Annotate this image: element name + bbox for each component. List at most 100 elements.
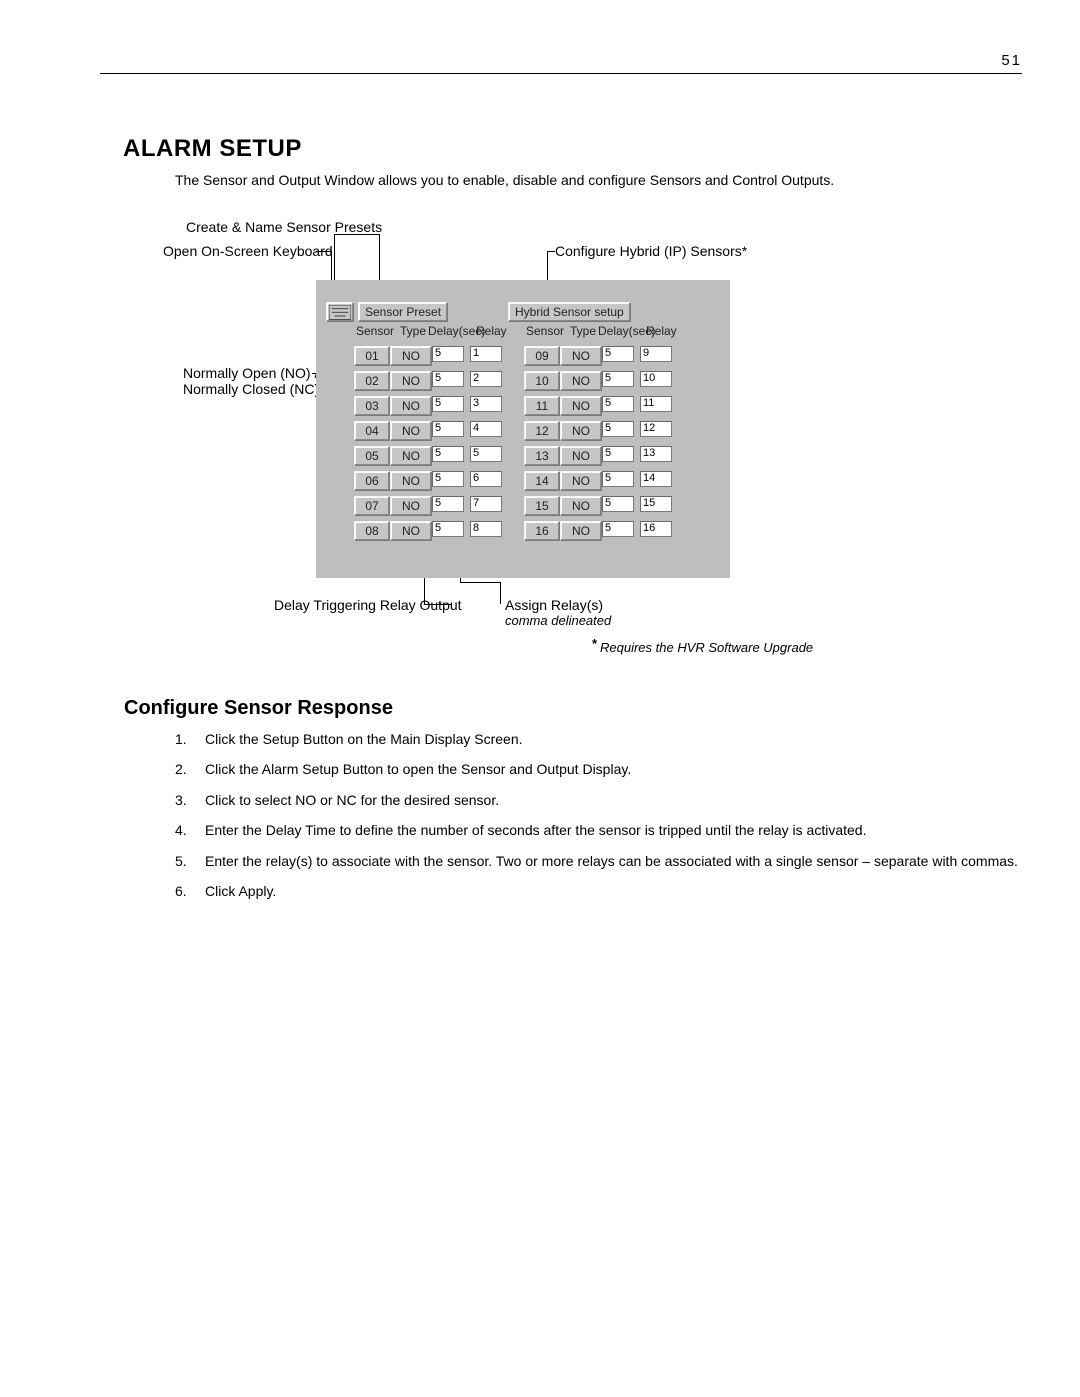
delay-input[interactable]: 5	[432, 521, 464, 537]
relay-input[interactable]: 15	[640, 496, 672, 512]
footnote-text: Requires the HVR Software Upgrade	[600, 640, 813, 655]
delay-input[interactable]: 5	[602, 446, 634, 462]
sensor-type-button[interactable]: NO	[390, 346, 432, 366]
connector-line	[334, 234, 379, 235]
relay-input[interactable]: 13	[640, 446, 672, 462]
step-number: 2.	[175, 758, 205, 780]
relay-input[interactable]: 8	[470, 521, 502, 537]
sensor-number-button[interactable]: 04	[354, 421, 390, 441]
relay-input[interactable]: 12	[640, 421, 672, 437]
sensor-number-button[interactable]: 08	[354, 521, 390, 541]
sensor-type-button[interactable]: NO	[390, 496, 432, 516]
sensor-number-button[interactable]: 16	[524, 521, 560, 541]
sensor-panel: Sensor Preset Hybrid Sensor setup Sensor…	[316, 280, 730, 578]
sensor-number-button[interactable]: 12	[524, 421, 560, 441]
connector-line	[460, 582, 500, 583]
delay-input[interactable]: 5	[602, 496, 634, 512]
step-item: 2.Click the Alarm Setup Button to open t…	[175, 758, 1020, 780]
step-text: Click the Alarm Setup Button to open the…	[205, 758, 1020, 780]
relay-input[interactable]: 4	[470, 421, 502, 437]
relay-input[interactable]: 2	[470, 371, 502, 387]
sensor-number-button[interactable]: 03	[354, 396, 390, 416]
sensor-type-button[interactable]: NO	[560, 496, 602, 516]
step-number: 5.	[175, 850, 205, 872]
sensor-type-button[interactable]: NO	[560, 471, 602, 491]
relay-input[interactable]: 16	[640, 521, 672, 537]
steps-list: 1.Click the Setup Button on the Main Dis…	[175, 728, 1020, 910]
delay-input[interactable]: 5	[432, 421, 464, 437]
sensor-type-button[interactable]: NO	[390, 371, 432, 391]
section-heading: Configure Sensor Response	[124, 697, 393, 720]
sensor-type-button[interactable]: NO	[560, 446, 602, 466]
step-item: 5.Enter the relay(s) to associate with t…	[175, 850, 1020, 872]
relay-input[interactable]: 9	[640, 346, 672, 362]
relay-input[interactable]: 1	[470, 346, 502, 362]
sensor-number-button[interactable]: 13	[524, 446, 560, 466]
sensor-number-button[interactable]: 02	[354, 371, 390, 391]
sensor-type-button[interactable]: NO	[390, 421, 432, 441]
delay-input[interactable]: 5	[602, 421, 634, 437]
relay-input[interactable]: 11	[640, 396, 672, 412]
page-title: ALARM SETUP	[123, 135, 302, 163]
relay-input[interactable]: 14	[640, 471, 672, 487]
sensor-type-button[interactable]: NO	[390, 471, 432, 491]
callout-nonc-line2: Normally Closed (NC)	[183, 381, 319, 397]
step-item: 4.Enter the Delay Time to define the num…	[175, 819, 1020, 841]
connector-line	[500, 582, 501, 604]
col-header-relay: Relay	[646, 324, 677, 338]
sensor-number-button[interactable]: 05	[354, 446, 390, 466]
delay-input[interactable]: 5	[602, 371, 634, 387]
delay-input[interactable]: 5	[432, 371, 464, 387]
sensor-number-button[interactable]: 10	[524, 371, 560, 391]
sensor-preset-button[interactable]: Sensor Preset	[358, 302, 448, 322]
relay-input[interactable]: 7	[470, 496, 502, 512]
sensor-type-button[interactable]: NO	[560, 396, 602, 416]
delay-input[interactable]: 5	[602, 346, 634, 362]
relay-input[interactable]: 10	[640, 371, 672, 387]
connector-line	[547, 251, 555, 252]
sensor-type-button[interactable]: NO	[560, 521, 602, 541]
sensor-number-button[interactable]: 14	[524, 471, 560, 491]
intro-text: The Sensor and Output Window allows you …	[175, 172, 834, 188]
sensor-number-button[interactable]: 11	[524, 396, 560, 416]
step-number: 4.	[175, 819, 205, 841]
callout-comma-note: comma delineated	[505, 613, 611, 628]
step-number: 6.	[175, 880, 205, 902]
relay-input[interactable]: 5	[470, 446, 502, 462]
step-number: 1.	[175, 728, 205, 750]
delay-input[interactable]: 5	[432, 396, 464, 412]
relay-input[interactable]: 3	[470, 396, 502, 412]
sensor-number-button[interactable]: 01	[354, 346, 390, 366]
step-item: 3.Click to select NO or NC for the desir…	[175, 789, 1020, 811]
header-rule	[100, 73, 1022, 74]
connector-line	[424, 604, 452, 605]
step-text: Click Apply.	[205, 880, 1020, 902]
col-header-relay: Relay	[476, 324, 507, 338]
col-header-type: Type	[400, 324, 426, 338]
sensor-type-button[interactable]: NO	[560, 421, 602, 441]
relay-input[interactable]: 6	[470, 471, 502, 487]
keyboard-icon[interactable]	[326, 302, 354, 322]
sensor-number-button[interactable]: 15	[524, 496, 560, 516]
sensor-type-button[interactable]: NO	[390, 446, 432, 466]
sensor-number-button[interactable]: 07	[354, 496, 390, 516]
callout-nonc-line1: Normally Open (NO) /	[183, 365, 318, 381]
delay-input[interactable]: 5	[602, 521, 634, 537]
delay-input[interactable]: 5	[432, 446, 464, 462]
delay-input[interactable]: 5	[602, 396, 634, 412]
delay-input[interactable]: 5	[432, 346, 464, 362]
sensor-type-button[interactable]: NO	[560, 346, 602, 366]
step-number: 3.	[175, 789, 205, 811]
sensor-type-button[interactable]: NO	[390, 396, 432, 416]
delay-input[interactable]: 5	[432, 471, 464, 487]
sensor-number-button[interactable]: 06	[354, 471, 390, 491]
hybrid-sensor-setup-button[interactable]: Hybrid Sensor setup	[508, 302, 631, 322]
delay-input[interactable]: 5	[432, 496, 464, 512]
step-text: Enter the relay(s) to associate with the…	[205, 850, 1020, 872]
sensor-number-button[interactable]: 09	[524, 346, 560, 366]
col-header-type: Type	[570, 324, 596, 338]
delay-input[interactable]: 5	[602, 471, 634, 487]
sensor-type-button[interactable]: NO	[560, 371, 602, 391]
step-item: 6.Click Apply.	[175, 880, 1020, 902]
sensor-type-button[interactable]: NO	[390, 521, 432, 541]
